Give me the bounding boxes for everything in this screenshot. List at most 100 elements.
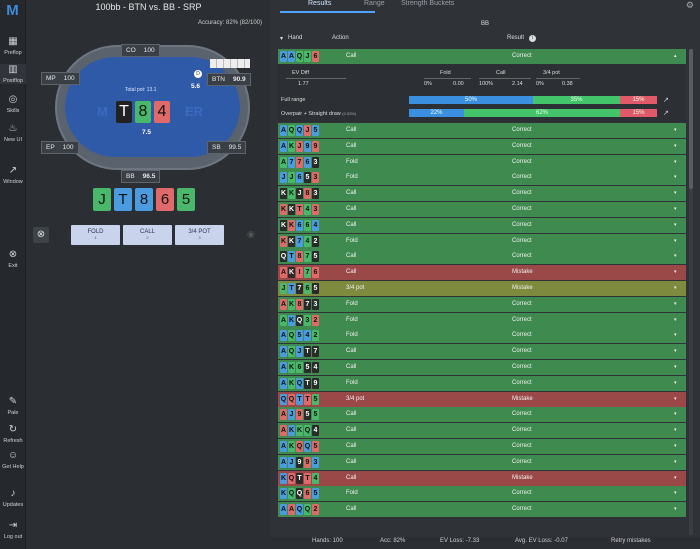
chevron-down-icon[interactable]: ▾	[674, 348, 677, 354]
chevron-down-icon[interactable]: ▾	[674, 174, 677, 180]
table-row[interactable]: A K K Q 4 Call Correct ▾	[278, 423, 686, 439]
eye-icon[interactable]: ◉	[247, 229, 255, 240]
mini-card: 5	[312, 409, 319, 421]
chevron-down-icon[interactable]: ▾	[674, 269, 677, 275]
sidebar-item-skills[interactable]: ◎ Skills	[0, 94, 26, 114]
chevron-down-icon[interactable]: ▾	[674, 443, 677, 449]
chevron-down-icon[interactable]: ▾	[674, 427, 677, 433]
mini-card: 8	[296, 298, 303, 310]
tab-strength-buckets[interactable]: Strength Buckets	[401, 0, 454, 7]
sidebar-item-postflop[interactable]: ▥ Postflop	[0, 64, 26, 84]
table-row[interactable]: A A Q Q 2 Call Correct ▾	[278, 502, 686, 518]
row-result: Correct	[512, 316, 532, 323]
table-row[interactable]: A K 6 5 4 Call Correct ▾	[278, 360, 686, 375]
table-row[interactable]: A 7 7 6 3 Fold Correct ▾	[278, 154, 686, 170]
table-row[interactable]: A J 9 5 5 Call Correct ▾	[278, 407, 686, 423]
chevron-down-icon[interactable]: ▾	[674, 285, 677, 291]
table-row[interactable]: A Q J T 7 Call Correct ▾	[278, 344, 686, 360]
chevron-down-icon[interactable]: ▾	[674, 127, 677, 133]
sidebar-item-exit[interactable]: ⊗ Exit	[0, 249, 26, 269]
table-row[interactable]: A K Q T 9 Fold Correct ▾	[278, 375, 686, 391]
mini-card: K	[288, 140, 295, 152]
external-link-icon[interactable]: ↗	[663, 96, 669, 104]
table-row[interactable]: K K J 8 3 Call Correct ▾	[278, 186, 686, 202]
hand-cards: JT765	[280, 283, 319, 294]
mini-card: K	[288, 219, 295, 231]
chevron-down-icon[interactable]: ▾	[674, 222, 677, 228]
hand-cards: JJ653	[280, 172, 319, 184]
mini-card: 5	[312, 393, 319, 405]
sidebar-item-updates[interactable]: ♪ Updates	[0, 488, 26, 508]
chevron-down-icon[interactable]: ▴	[674, 53, 677, 59]
chevron-down-icon[interactable]: ▾	[674, 317, 677, 323]
mini-card: K	[288, 362, 295, 373]
logo-icon[interactable]: M	[4, 3, 21, 18]
chevron-down-icon[interactable]: ▾	[674, 332, 677, 338]
table-row[interactable]: A K J 9 9 Call Correct ▾	[278, 138, 686, 154]
call-button[interactable]: CALL 2	[123, 225, 172, 245]
sidebar-item-refresh[interactable]: ↻ Refresh	[0, 424, 26, 444]
table-row[interactable]: A K Q 3 2 Fold Correct ▾	[278, 312, 686, 328]
row-action: 3/4 pot	[346, 395, 365, 402]
row-result: Correct	[512, 506, 532, 513]
chevron-down-icon[interactable]: ▾	[674, 301, 677, 307]
chevron-down-icon[interactable]: ▾	[674, 143, 677, 149]
mini-card: J	[280, 172, 287, 184]
seat-btn: BTN 90.9	[207, 73, 251, 86]
chevron-down-icon[interactable]: ▾	[280, 35, 283, 42]
chevron-down-icon[interactable]: ▾	[674, 490, 677, 496]
sidebar-item-pale[interactable]: ✎ Pale	[0, 396, 26, 416]
chevron-down-icon[interactable]: ▾	[674, 506, 677, 512]
table-row[interactable]: K Q Q 6 5 Fold Correct ▾	[278, 486, 686, 502]
chevron-down-icon[interactable]: ▾	[674, 380, 677, 386]
sidebar-item-log-out[interactable]: ⇥ Log out	[0, 520, 26, 540]
sidebar-item-window[interactable]: ↗ Window	[0, 165, 26, 185]
external-link-icon[interactable]: ↗	[663, 109, 669, 117]
sidebar-item-new-ui[interactable]: ♨ New UI	[0, 123, 26, 143]
table-row[interactable]: Q T 8 7 5 Call Correct ▾	[278, 249, 686, 265]
sidebar-item-preflop[interactable]: ▦ Preflop	[0, 36, 26, 56]
table-row[interactable]: K K T 4 3 Call Correct ▾	[278, 202, 686, 217]
table-row[interactable]: K K 6 6 4 Call Correct ▾	[278, 217, 686, 233]
chevron-down-icon[interactable]: ▾	[674, 238, 677, 244]
table-row[interactable]: K K 7 4 2 Fold Correct ▾	[278, 233, 686, 249]
scrollbar-thumb[interactable]	[689, 49, 693, 189]
table-row[interactable]: J T 7 6 5 3/4 pot Mistake ▾	[278, 281, 686, 296]
table-row[interactable]: A Q Q J 5 Call Correct ▾	[278, 123, 686, 138]
chevron-down-icon[interactable]: ▾	[674, 475, 677, 481]
chevron-down-icon[interactable]: ▾	[674, 396, 677, 402]
table-row[interactable]: A K I 7 6 Call Mistake ▾	[278, 265, 686, 281]
chevron-down-icon[interactable]: ▾	[674, 364, 677, 370]
table-row[interactable]: A A Q J 6 Call Correct ▴	[278, 49, 686, 64]
table-row[interactable]: A J 9 9 3 Call Correct ▾	[278, 454, 686, 470]
retry-mistakes-button[interactable]: Retry mistakes	[611, 538, 651, 544]
table-row[interactable]: A Q 5 4 2 Fold Correct ▾	[278, 328, 686, 344]
info-icon[interactable]: i	[529, 35, 536, 42]
chevron-down-icon[interactable]: ▾	[674, 253, 677, 259]
mini-card: K	[280, 219, 287, 231]
table-row[interactable]: K Q T T 4 Call Mistake ▾	[278, 470, 686, 486]
tab-results[interactable]: Results	[308, 0, 331, 7]
chevron-down-icon[interactable]: ▾	[674, 459, 677, 465]
tab-range[interactable]: Range	[364, 0, 385, 7]
mini-card: 7	[288, 156, 295, 168]
chevron-down-icon[interactable]: ▾	[674, 206, 677, 212]
row-action: Call	[346, 269, 357, 276]
row-result: Correct	[512, 206, 532, 212]
close-icon[interactable]: ⊗	[33, 227, 49, 243]
gear-icon[interactable]: ⚙	[686, 0, 694, 11]
sidebar-item-get-help[interactable]: ☺ Get Help	[0, 450, 26, 470]
table-row[interactable]: A K 8 7 3 Fold Correct ▾	[278, 296, 686, 312]
chevron-down-icon[interactable]: ▾	[674, 190, 677, 196]
mini-card: 7	[296, 283, 303, 294]
table-row[interactable]: Q Q T T 5 3/4 pot Mistake ▾	[278, 391, 686, 407]
table-row[interactable]: J J 6 5 3 Fold Correct ▾	[278, 170, 686, 186]
chevron-down-icon[interactable]: ▾	[674, 411, 677, 417]
sidebar: M ▦ Preflop ▥ Postflop ◎ Skills ♨ New UI ↗ Wi…	[0, 0, 26, 549]
call-label: Call	[496, 70, 506, 76]
fold-button[interactable]: FOLD 1	[71, 225, 120, 245]
three-quarter-pot-button[interactable]: 3/4 POT 3	[175, 225, 224, 245]
logout-icon: ⇥	[8, 520, 18, 531]
table-row[interactable]: A K Q Q 5 Call Correct ▾	[278, 439, 686, 454]
chevron-down-icon[interactable]: ▾	[674, 159, 677, 165]
